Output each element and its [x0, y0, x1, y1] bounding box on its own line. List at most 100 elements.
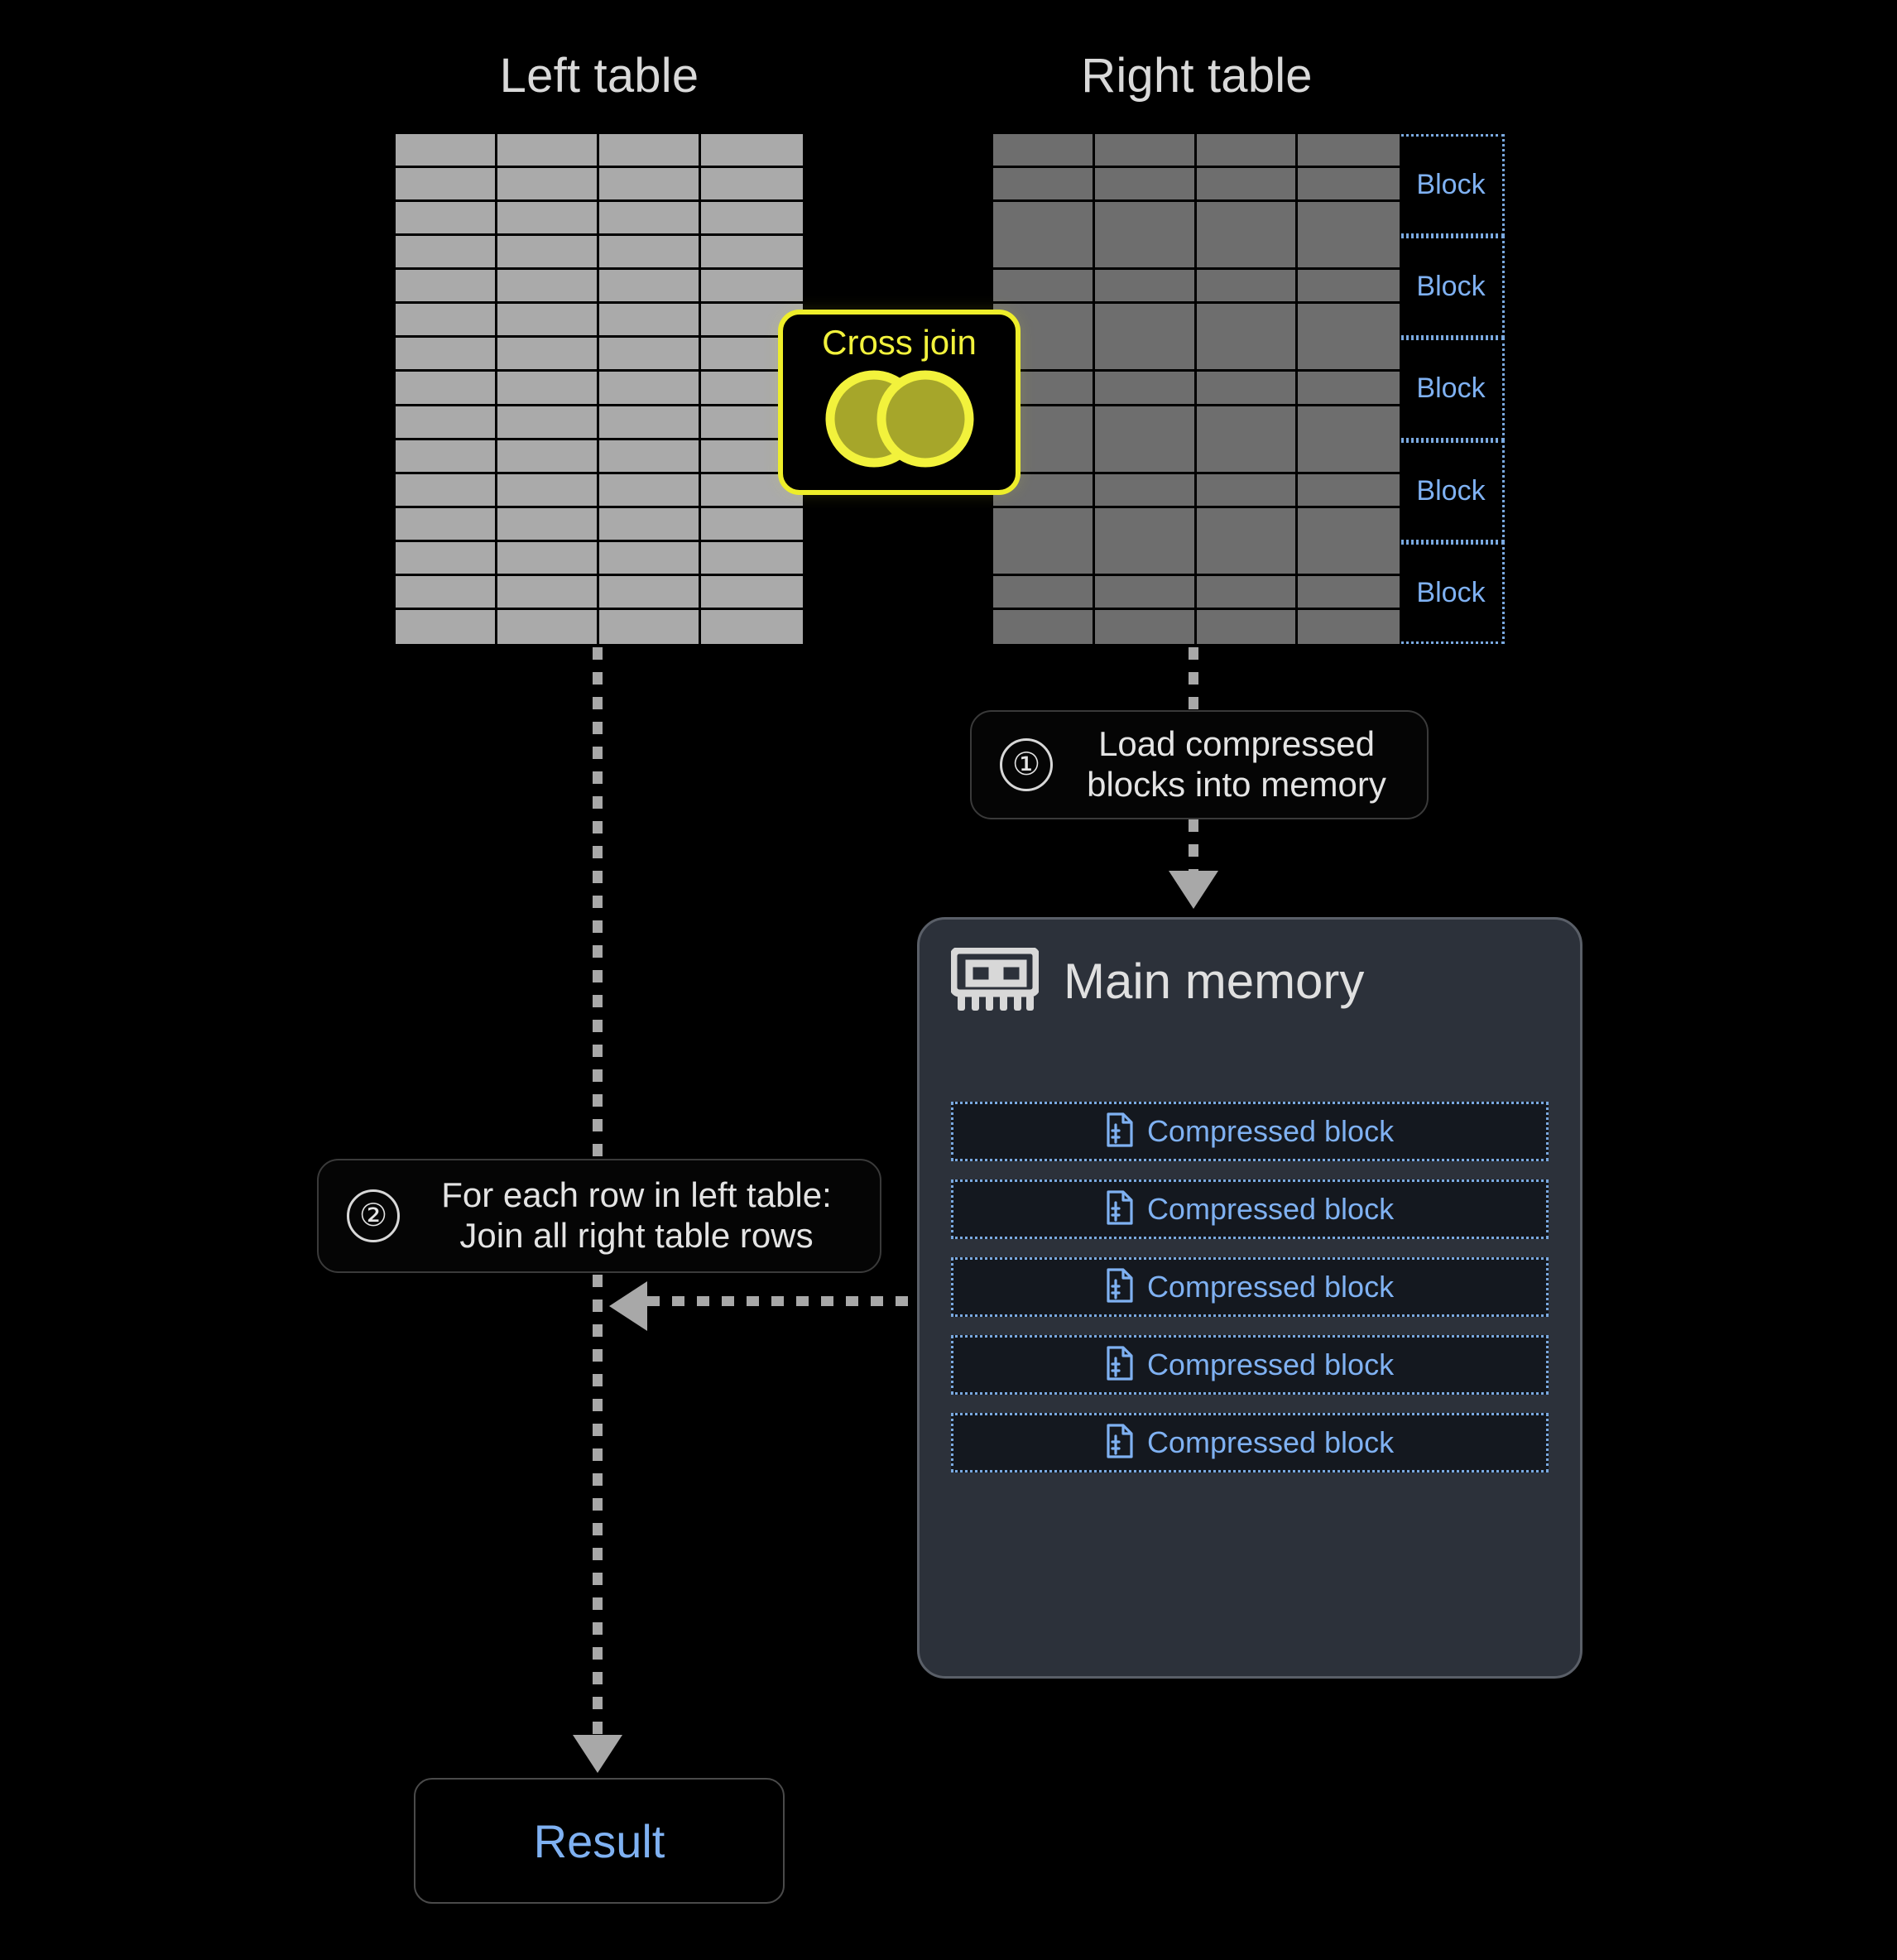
right-table-cell — [1196, 406, 1299, 440]
left-table-cell — [599, 440, 701, 474]
result-box: Result — [414, 1778, 785, 1904]
compressed-file-icon — [1107, 1423, 1133, 1458]
step-1-callout: ① Load compressed blocks into memory — [970, 710, 1429, 819]
left-table-cell — [497, 304, 599, 339]
right-table-cell — [1094, 541, 1197, 576]
connector-left-table-down-a — [593, 647, 603, 1160]
right-table-cell — [1094, 609, 1197, 644]
left-table-cell — [599, 609, 701, 644]
left-table-cell — [497, 473, 599, 508]
left-table-cell — [599, 338, 701, 372]
right-table-title: Right table — [1081, 49, 1313, 103]
left-table-cell — [599, 202, 701, 237]
left-table-cell — [396, 168, 497, 203]
arrowhead-into-memory — [1169, 871, 1218, 909]
right-table-cell — [1196, 609, 1299, 644]
step-2-callout: ② For each row in left table: Join all r… — [317, 1159, 881, 1273]
block-label: Block — [1416, 271, 1486, 303]
left-table-cell — [599, 134, 701, 169]
right-table-cell — [1196, 338, 1299, 372]
connector-right-to-memory-lower — [1189, 819, 1198, 877]
right-table-cell — [993, 575, 1095, 610]
right-table-cell — [1298, 270, 1400, 305]
left-table-cell — [396, 609, 497, 644]
left-table-cell — [701, 236, 803, 271]
compressed-block-label: Compressed block — [1146, 1270, 1395, 1304]
right-table-block: Block — [993, 338, 1505, 440]
compressed-block-row: Compressed block — [951, 1335, 1549, 1395]
compressed-block-label: Compressed block — [1146, 1192, 1395, 1226]
right-table-cell — [993, 507, 1095, 542]
right-table-cell — [993, 134, 1095, 169]
right-table-block: Block — [993, 236, 1505, 339]
left-table-cell — [701, 609, 803, 644]
right-table-cell — [993, 270, 1095, 305]
connector-left-table-down-b — [593, 1275, 603, 1755]
right-table-cell — [993, 168, 1095, 203]
left-table-cell — [396, 304, 497, 339]
right-table-cell — [1196, 541, 1299, 576]
right-table-block-grid — [993, 440, 1400, 542]
connector-memory-to-left-pipeline — [647, 1296, 912, 1306]
left-table-cell — [396, 134, 497, 169]
right-table-cell — [993, 609, 1095, 644]
right-table-cell — [1094, 406, 1197, 440]
right-table-cell — [1094, 473, 1197, 508]
left-table-cell — [497, 541, 599, 576]
left-table-cell — [599, 304, 701, 339]
left-table-cell — [497, 236, 599, 271]
right-table-cell — [1298, 609, 1400, 644]
compressed-file-icon — [1107, 1345, 1133, 1381]
ram-stick-icon — [951, 948, 1039, 1011]
right-table-cell — [1196, 236, 1299, 271]
main-memory-title: Main memory — [1064, 953, 1365, 1009]
right-table-cell — [1094, 372, 1197, 406]
right-table-block: Block — [993, 134, 1505, 237]
compressed-file-icon — [1106, 1423, 1134, 1463]
left-table-cell — [701, 202, 803, 237]
compressed-block-row: Compressed block — [951, 1179, 1549, 1239]
cross-join-badge[interactable]: Cross join — [778, 310, 1021, 495]
right-table-cell — [1094, 202, 1197, 237]
right-table-cell — [993, 236, 1095, 271]
left-table-cell — [396, 236, 497, 271]
left-table-cell — [396, 473, 497, 508]
left-table-cell — [701, 168, 803, 203]
left-table-cell — [497, 372, 599, 406]
right-table-cell — [1094, 575, 1197, 610]
block-label: Block — [1416, 474, 1486, 507]
right-table-block-grid — [993, 338, 1400, 440]
left-table-cell — [599, 406, 701, 440]
right-table-cell — [1298, 134, 1400, 169]
right-table-block: Block — [993, 541, 1505, 644]
left-table-cell — [497, 406, 599, 440]
compressed-file-icon — [1106, 1345, 1134, 1386]
right-table-cell — [1196, 440, 1299, 474]
left-table-cell — [497, 338, 599, 372]
compressed-file-icon — [1107, 1112, 1133, 1147]
venn-two-circles-icon — [825, 370, 973, 468]
right-table-cell — [1196, 270, 1299, 305]
compressed-file-icon — [1106, 1112, 1134, 1152]
right-table-cell — [1298, 202, 1400, 237]
right-table-cell — [1298, 338, 1400, 372]
arrowhead-into-result — [573, 1735, 622, 1773]
left-table-title: Left table — [499, 49, 699, 103]
right-table-cell — [1094, 270, 1197, 305]
left-table-cell — [599, 168, 701, 203]
compressed-block-row: Compressed block — [951, 1102, 1549, 1161]
right-table-cell — [1094, 507, 1197, 542]
left-table-cell — [497, 134, 599, 169]
left-table-cell — [599, 507, 701, 542]
right-table-cell — [1298, 304, 1400, 339]
right-table-cell — [1196, 168, 1299, 203]
left-table-cell — [396, 406, 497, 440]
right-table-cell — [1298, 236, 1400, 271]
left-table-cell — [396, 507, 497, 542]
left-table-cell — [497, 507, 599, 542]
compressed-block-label: Compressed block — [1146, 1348, 1395, 1381]
left-table-cell — [396, 541, 497, 576]
right-table-cell — [1196, 372, 1299, 406]
left-table-cell — [497, 575, 599, 610]
left-table-cell — [497, 440, 599, 474]
